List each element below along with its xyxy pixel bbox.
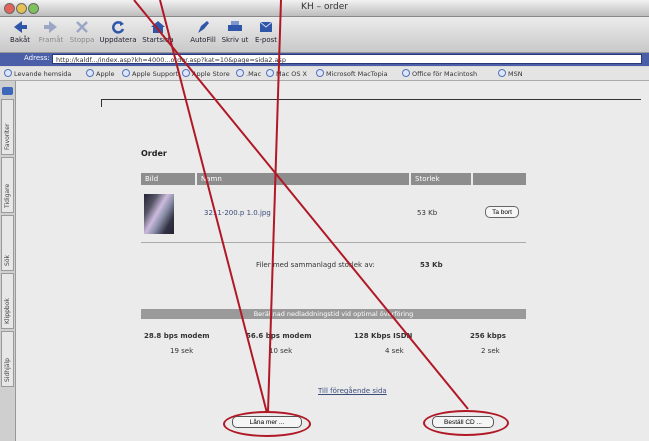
annotation-line xyxy=(267,0,282,413)
annotation-line xyxy=(159,0,268,414)
annotation-circle xyxy=(223,411,311,437)
annotation-circle xyxy=(423,410,509,436)
annotation-overlay xyxy=(133,0,469,414)
annotation-line xyxy=(133,0,469,410)
